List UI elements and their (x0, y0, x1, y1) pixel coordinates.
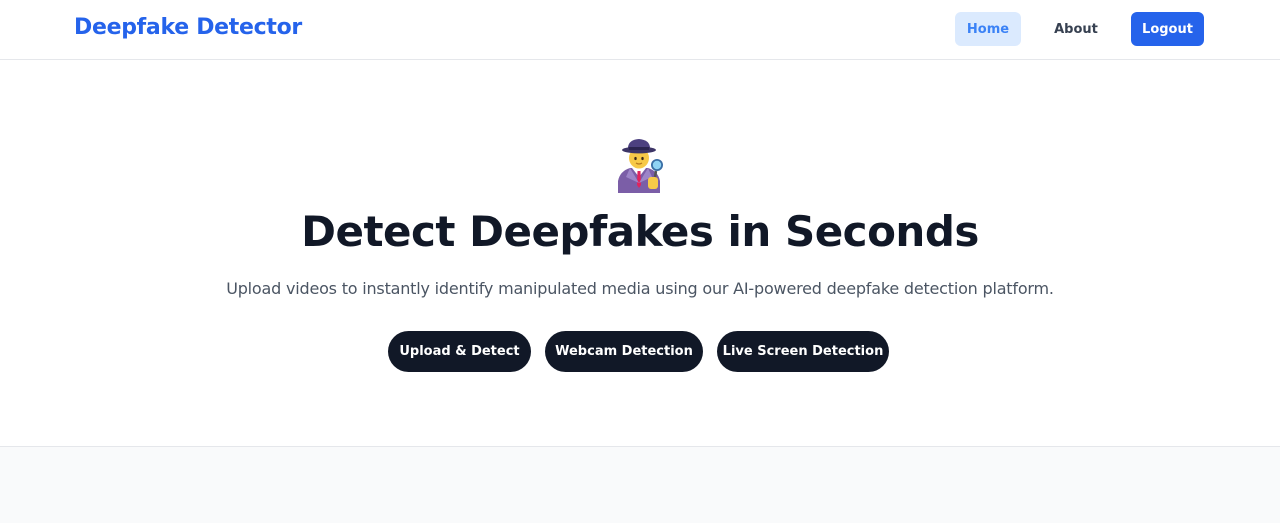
hero-section: Detect Deepfakes in Seconds Upload video… (0, 61, 1280, 446)
upload-detect-button[interactable]: Upload & Detect (388, 331, 531, 372)
logout-button[interactable]: Logout (1131, 12, 1204, 46)
webcam-detection-button[interactable]: Webcam Detection (545, 331, 703, 372)
top-navbar: Deepfake Detector Home About Logout (0, 0, 1280, 60)
nav-home-button[interactable]: Home (955, 12, 1021, 46)
live-screen-detection-button[interactable]: Live Screen Detection (717, 331, 889, 372)
brand-logo[interactable]: Deepfake Detector (74, 15, 302, 40)
hero-title: Detect Deepfakes in Seconds (301, 207, 979, 256)
nav-about-button[interactable]: About (1042, 12, 1110, 46)
hero-subtitle: Upload videos to instantly identify mani… (226, 279, 1054, 298)
lower-section (0, 446, 1280, 523)
detective-icon (612, 137, 666, 193)
